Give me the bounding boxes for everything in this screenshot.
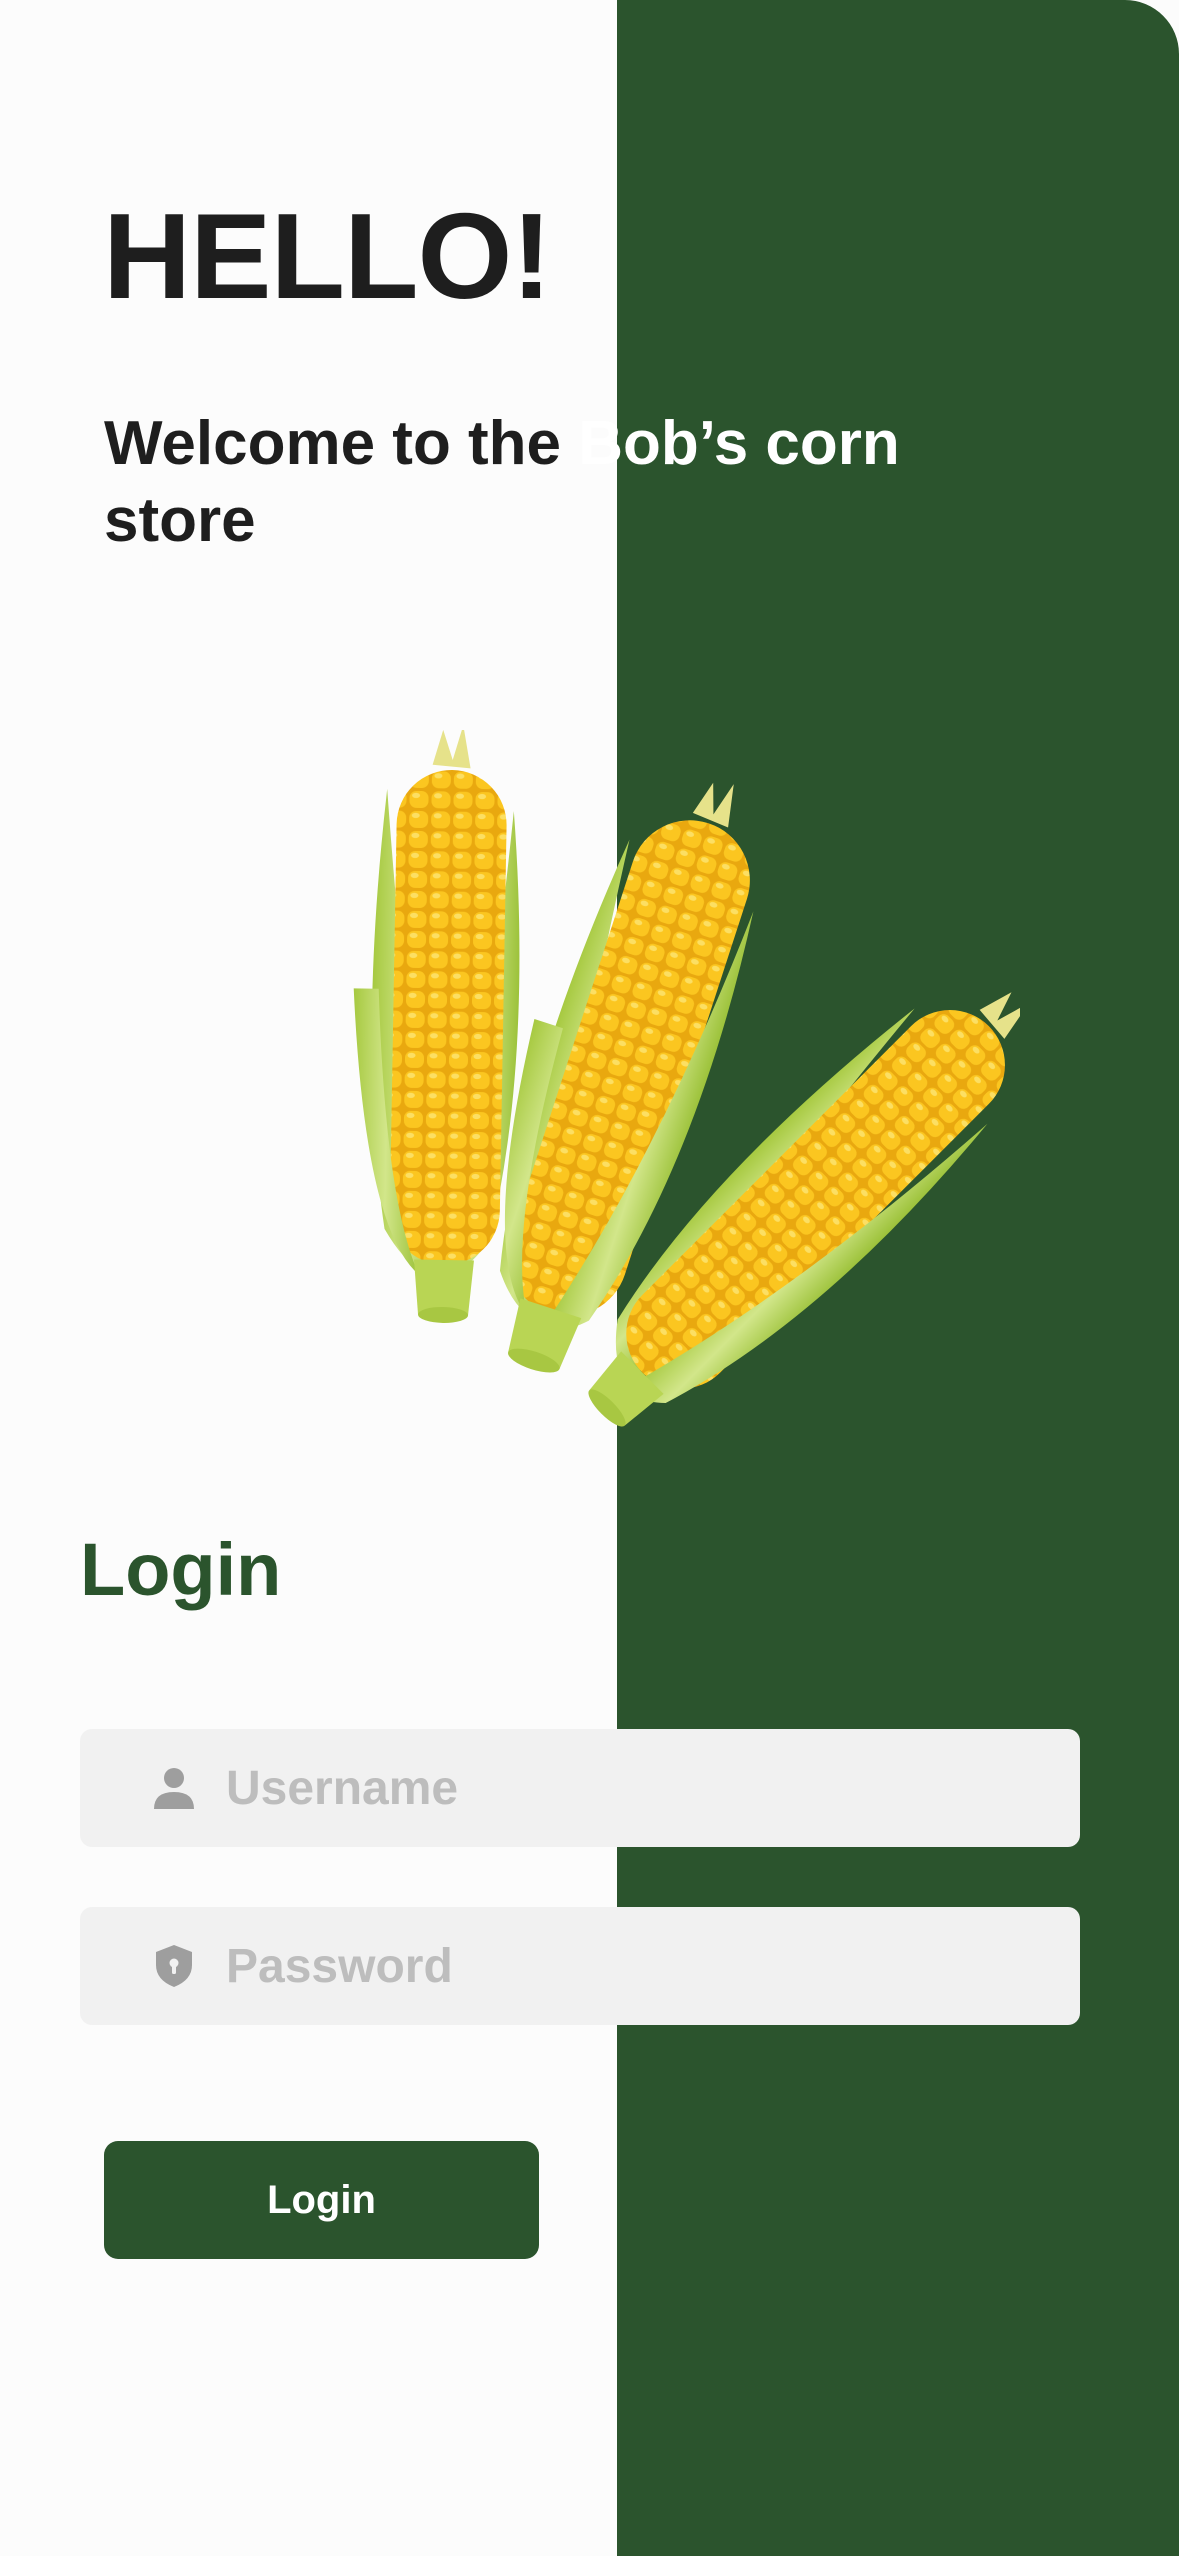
login-heading: Login: [80, 1528, 282, 1611]
username-input[interactable]: [224, 1759, 1028, 1817]
corn-illustration: [353, 730, 1020, 1427]
login-button[interactable]: Login: [104, 2141, 539, 2259]
user-icon: [148, 1762, 200, 1814]
password-input[interactable]: [224, 1937, 1028, 1995]
password-field[interactable]: [80, 1907, 1080, 2025]
welcome-text-light: Bob’s corn: [578, 409, 900, 478]
welcome-text-end: store: [104, 486, 256, 555]
welcome-text-dark: Welcome to the: [104, 409, 579, 478]
greeting-heading: HELLO!: [103, 188, 552, 324]
corn-cob-left: [353, 730, 520, 1323]
welcome-message: Welcome to the Bob’s corn store: [104, 405, 1004, 559]
shield-lock-icon: [148, 1940, 200, 1992]
username-field[interactable]: [80, 1729, 1080, 1847]
